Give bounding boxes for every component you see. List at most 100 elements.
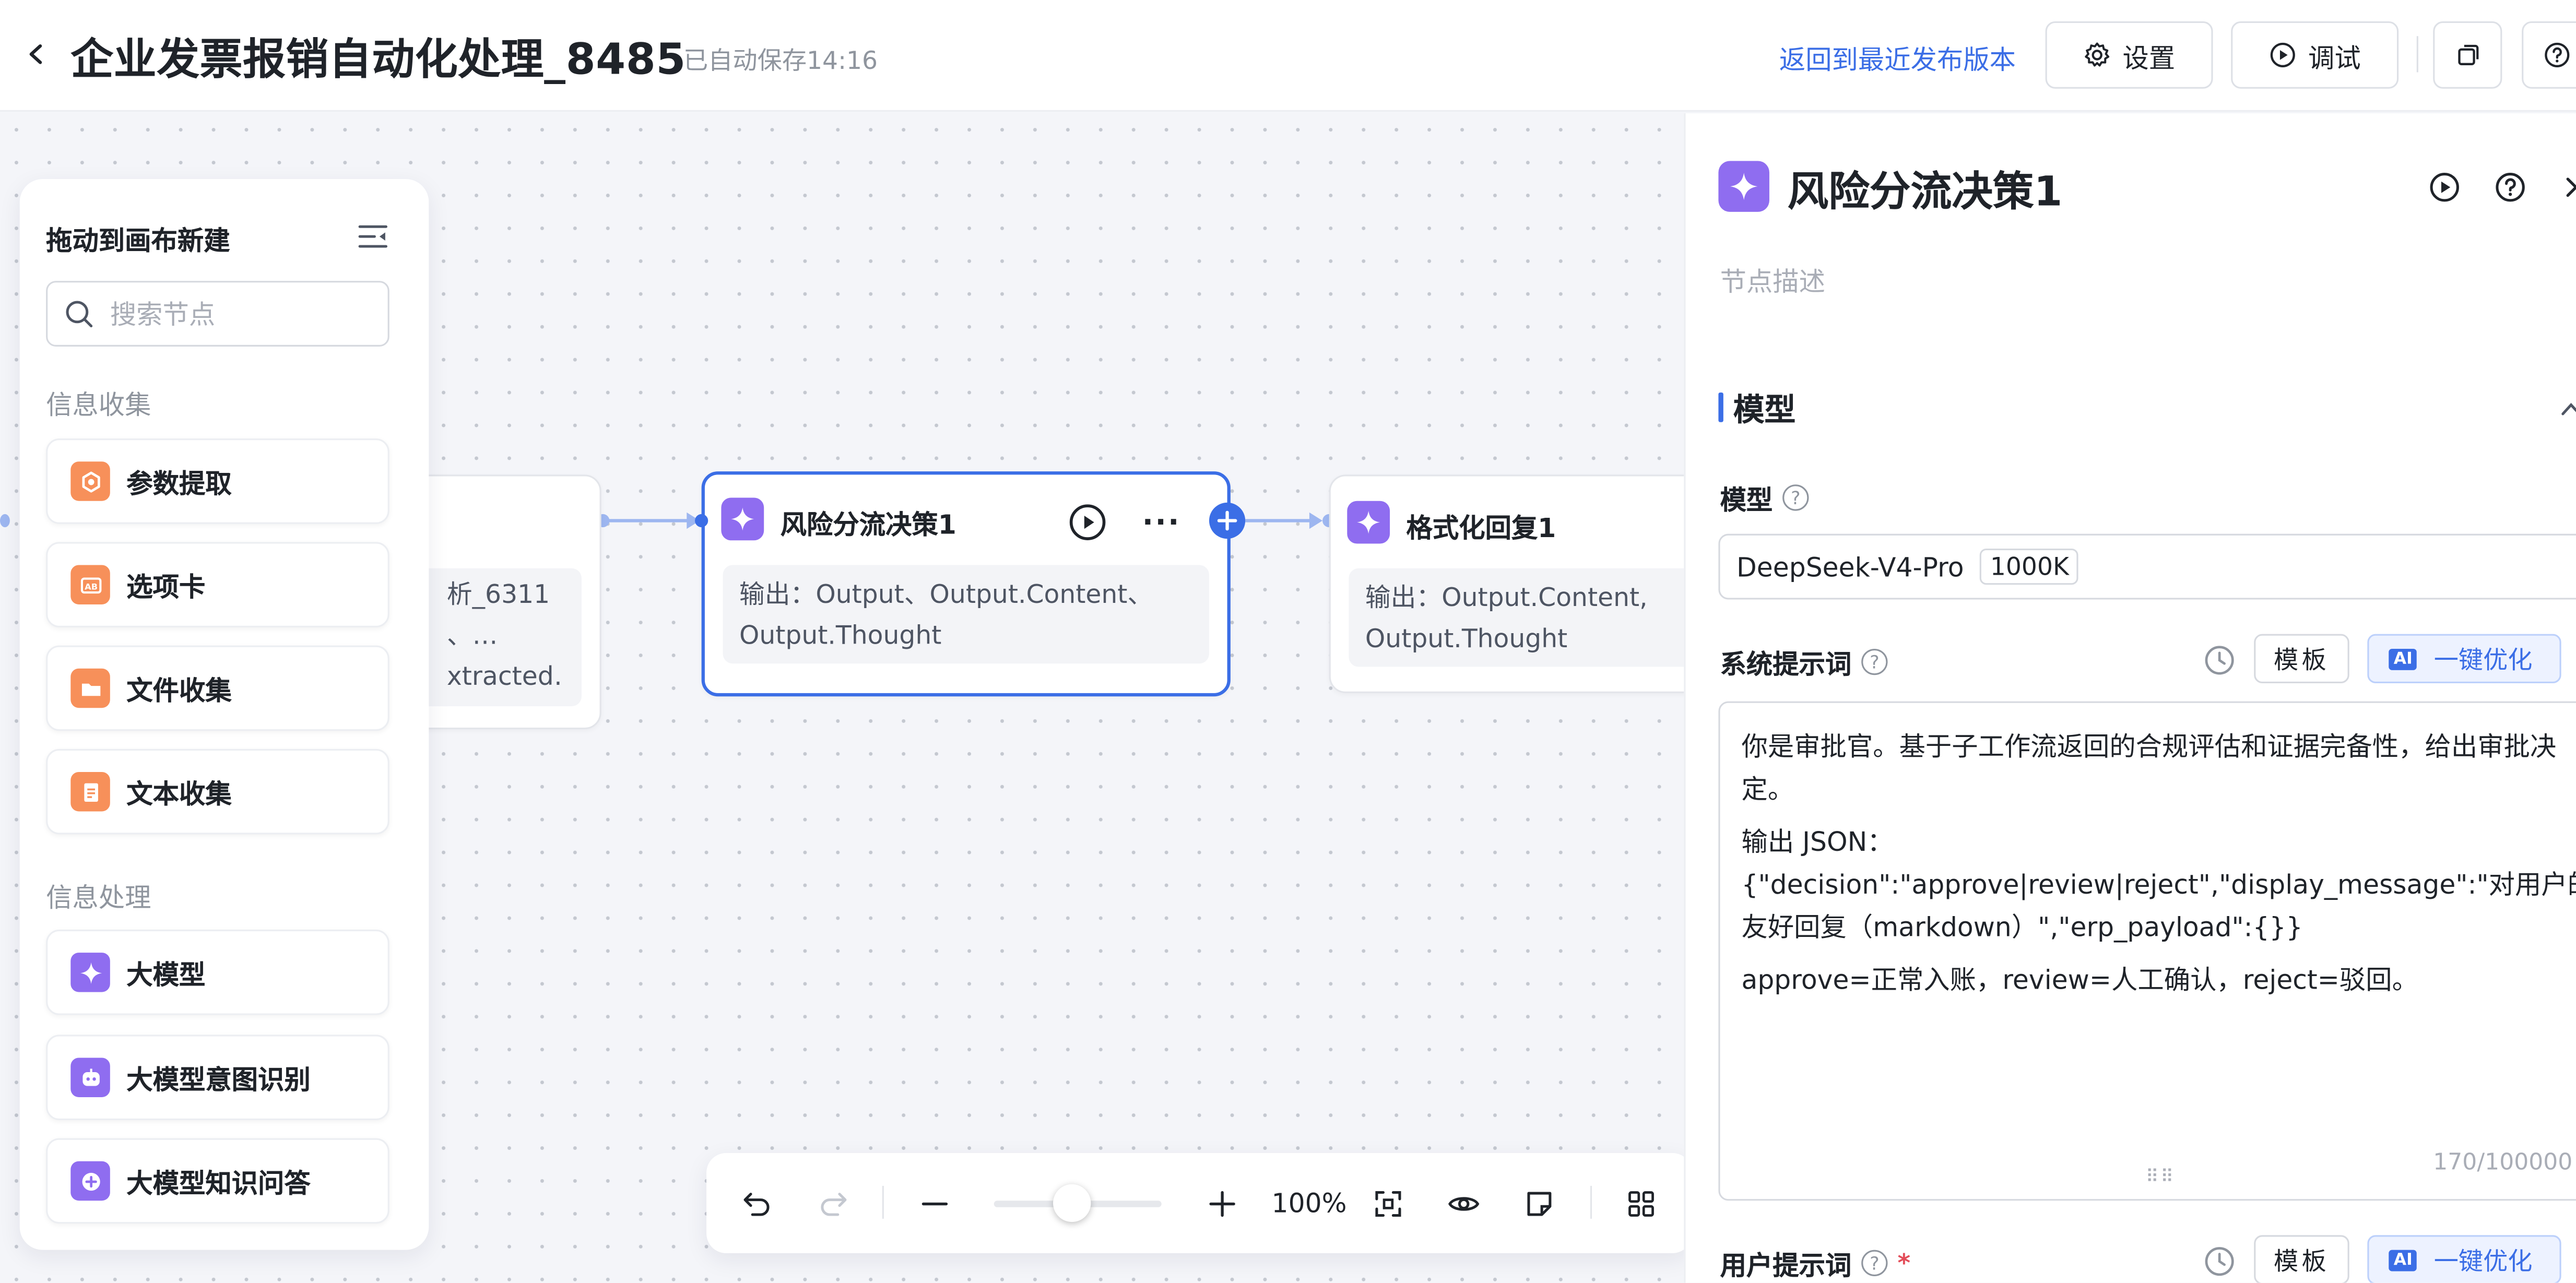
user-prompt-optimize-button[interactable]: AI 一键优化: [2367, 1235, 2561, 1283]
minus-icon: [921, 1202, 948, 1206]
node-output-summary: 输出：Output、Output.Content、Output.Thought: [723, 565, 1209, 664]
node-search-input[interactable]: [110, 298, 373, 329]
resize-handle-icon[interactable]: ⠿⠿: [2146, 1166, 2176, 1187]
char-count: 170/100000: [2433, 1149, 2573, 1177]
layout-button[interactable]: [1622, 1184, 1661, 1224]
node-output-summary: 输出：Output.Content, Output.Thought: [1349, 568, 1684, 667]
system-prompt-template-button[interactable]: 模板: [2254, 634, 2349, 684]
add-node-button[interactable]: [1209, 502, 1246, 539]
ai-badge-icon: AI: [2389, 1249, 2418, 1270]
section-title-model: 模型: [1733, 393, 1796, 429]
edge-arrow: [1309, 512, 1323, 529]
node-item-intent-recognition[interactable]: 大模型意图识别: [46, 1035, 389, 1121]
config-run-button[interactable]: [2428, 171, 2461, 204]
app-title: 企业发票报销自动化处理_8485: [70, 36, 686, 86]
model-label-text: 模型: [1720, 484, 1773, 516]
toolbar-divider: [1590, 1185, 1592, 1219]
node-item-label: 文件收集: [126, 675, 232, 707]
edge-port[interactable]: [695, 514, 708, 528]
prompt-history-button[interactable]: [2203, 644, 2236, 676]
robot-icon: [70, 1058, 110, 1097]
user-prompt-template-button[interactable]: 模板: [2254, 1235, 2349, 1283]
node-item-knowledge-qa[interactable]: 大模型知识问答: [46, 1138, 389, 1224]
node-config-panel: 风险分流决策1 节点描述 模型 模型 ? DeepSeek-V4-Pro 100…: [1684, 113, 2576, 1283]
back-button[interactable]: [20, 36, 53, 72]
config-node-title[interactable]: 风险分流决策1: [1788, 159, 2063, 218]
zoom-slider-handle[interactable]: [1053, 1184, 1091, 1222]
node-item-llm[interactable]: 大模型: [46, 930, 389, 1015]
close-panel-button[interactable]: [2560, 171, 2576, 204]
zoom-out-button[interactable]: [915, 1184, 955, 1224]
node-run-button[interactable]: [1068, 503, 1107, 542]
section-collapse-toggle[interactable]: [2560, 396, 2576, 419]
prompt-line: approve=正常入账，review=人工确认，reject=驳回。: [1741, 964, 2418, 995]
section-label-info-process: 信息处理: [46, 882, 151, 913]
node-description-field[interactable]: 节点描述: [1720, 259, 1825, 299]
undo-button[interactable]: [738, 1184, 777, 1224]
clock-icon: [2205, 646, 2234, 675]
plus-icon: [1209, 1191, 1235, 1217]
system-prompt-label: 系统提示词 ?: [1720, 642, 1888, 682]
user-prompt-label-text: 用户提示词: [1720, 1250, 1852, 1281]
node-item-label: 大模型: [126, 959, 206, 991]
node-item-label: 选项卡: [126, 572, 206, 603]
node-output-line: 、…: [446, 621, 498, 651]
edge-line: [1245, 519, 1311, 522]
zoom-level[interactable]: 100%: [1272, 1187, 1347, 1219]
node-item-text-collect[interactable]: 文本收集: [46, 749, 389, 835]
chevron-up-icon: [2561, 402, 2576, 415]
system-prompt-optimize-button[interactable]: AI 一键优化: [2367, 634, 2561, 684]
debug-button[interactable]: 调试: [2231, 21, 2399, 89]
clock-icon: [2205, 1247, 2234, 1276]
redo-button[interactable]: [813, 1184, 853, 1224]
play-circle-icon: [1069, 504, 1106, 540]
node-item-label: 大模型意图识别: [126, 1064, 311, 1096]
config-help-button[interactable]: [2494, 171, 2527, 204]
node-item-param-extract[interactable]: 参数提取: [46, 438, 389, 524]
section-label-info-collect: 信息收集: [46, 389, 151, 421]
model-field-label: 模型 ?: [1720, 478, 1809, 518]
close-icon: [2566, 177, 2576, 197]
node-more-button[interactable]: ···: [1142, 503, 1181, 542]
settings-button[interactable]: 设置: [2045, 21, 2213, 89]
workflow-node-risk-decision[interactable]: 风险分流决策1 ··· 输出：Output、Output.Content、Out…: [701, 471, 1231, 697]
user-prompt-history-button[interactable]: [2203, 1245, 2236, 1278]
question-circle-icon[interactable]: ?: [1861, 648, 1888, 675]
context-size-badge: 1000K: [1980, 548, 2079, 585]
play-circle-icon: [2430, 173, 2459, 202]
gear-icon: [2085, 42, 2110, 67]
more-dots-icon: ···: [1142, 505, 1181, 540]
model-select[interactable]: DeepSeek-V4-Pro 1000K: [1718, 533, 2576, 600]
node-library-panel: 拖动到画布新建 信息收集 参数提取 AB 选项卡 文件收集 文本收集 信息处理: [19, 179, 429, 1250]
search-icon: [66, 301, 93, 328]
node-item-label: 大模型知识问答: [126, 1168, 311, 1199]
extract-icon: [70, 461, 110, 501]
model-name: DeepSeek-V4-Pro: [1736, 551, 1964, 583]
toolbar-divider: [882, 1185, 884, 1219]
node-search-field[interactable]: [46, 281, 389, 347]
collapse-list-icon: [358, 225, 387, 248]
preview-button[interactable]: [1444, 1184, 1484, 1224]
zoom-in-button[interactable]: [1202, 1184, 1242, 1224]
svg-text:AB: AB: [84, 581, 97, 591]
node-library-title: 拖动到画布新建: [46, 225, 230, 256]
system-prompt-editor[interactable]: 你是审批官。基于子工作流返回的合规评估和证据完备性，给出审批决定。 输出 JSO…: [1718, 701, 2576, 1201]
node-item-option-card[interactable]: AB 选项卡: [46, 542, 389, 628]
text-doc-icon: [70, 771, 110, 812]
app-header: 企业发票报销自动化处理_8485 已自动保存14:16 返回到最近发布版本 设置…: [0, 0, 2576, 112]
question-circle-icon: [2496, 173, 2525, 202]
help-button[interactable]: [2522, 21, 2576, 89]
workflow-node-format-reply[interactable]: 格式化回复1 输出：Output.Content, Output.Thought: [1329, 474, 1684, 693]
revert-to-published-link[interactable]: 返回到最近发布版本: [1779, 38, 2016, 77]
question-circle-icon[interactable]: ?: [1782, 484, 1809, 511]
edge-line: [608, 519, 690, 522]
fit-view-button[interactable]: [1368, 1184, 1408, 1224]
copy-button[interactable]: [2433, 21, 2502, 89]
sticky-note-button[interactable]: [1520, 1184, 1559, 1224]
node-item-file-collect[interactable]: 文件收集: [46, 645, 389, 731]
question-circle-icon[interactable]: ?: [1861, 1250, 1888, 1276]
prompt-line: 你是审批官。基于子工作流返回的合规评估和证据完备性，给出审批决定。: [1741, 731, 2557, 805]
optimize-label: 一键优化: [2433, 1245, 2533, 1276]
collapse-panel-button[interactable]: [357, 222, 389, 252]
sparkle-icon: [1347, 501, 1390, 544]
